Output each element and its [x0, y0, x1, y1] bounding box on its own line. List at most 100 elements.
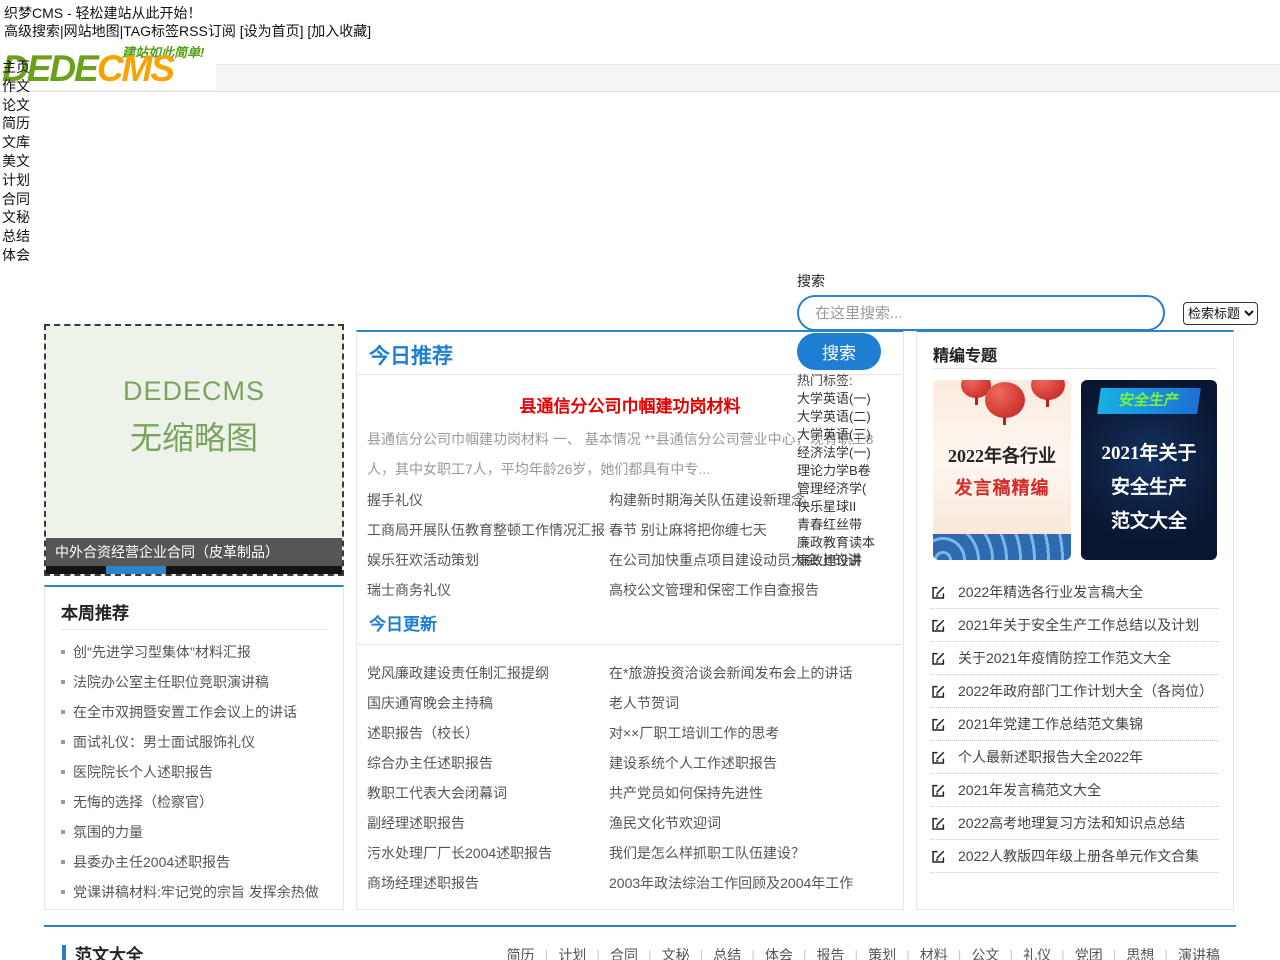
category-link[interactable]: 材料: [896, 947, 948, 960]
weekly-link[interactable]: 创"先进学习型集体"材料汇报: [73, 644, 251, 660]
today-link[interactable]: 握手礼仪: [367, 485, 609, 515]
slider-caption[interactable]: 中外合资经营企业合同（皮革制品）: [46, 538, 342, 566]
update-link[interactable]: 2003年政法综治工作回顾及2004年工作: [609, 868, 853, 898]
topic-link[interactable]: 2021年发言稿范文大全: [958, 774, 1101, 807]
update-link[interactable]: 国庆通宵晚会主持稿: [367, 688, 609, 718]
update-link[interactable]: 副经理述职报告: [367, 808, 609, 838]
nav-item[interactable]: 计划: [2, 171, 30, 190]
topic-link[interactable]: 2022高考地理复习方法和知识点总结: [958, 807, 1185, 840]
site-logo[interactable]: 建站如此简单! DEDECMS: [0, 40, 216, 90]
update-link[interactable]: 综合办主任述职报告: [367, 748, 609, 778]
topic-item[interactable]: 2022高考地理复习方法和知识点总结: [931, 807, 1219, 840]
nav-item[interactable]: 主页: [2, 58, 30, 77]
weekly-link[interactable]: 县委办主任2004述职报告: [73, 854, 230, 870]
top-link[interactable]: [加入收藏]: [304, 23, 372, 39]
update-link[interactable]: 商场经理述职报告: [367, 868, 609, 898]
today-link[interactable]: 娱乐狂欢活动策划: [367, 545, 609, 575]
weekly-link[interactable]: 党课讲稿材料:牢记党的宗旨 发挥余热做: [73, 884, 319, 900]
category-link[interactable]: 计划: [535, 947, 587, 960]
weekly-link[interactable]: 法院办公室主任职位竞职演讲稿: [73, 674, 269, 690]
nav-item[interactable]: 合同: [2, 190, 30, 209]
topic-item[interactable]: 2022年精选各行业发言稿大全: [931, 576, 1219, 609]
topic-link[interactable]: 2022年精选各行业发言稿大全: [958, 576, 1143, 609]
nav-item[interactable]: 论文: [2, 96, 30, 115]
update-link[interactable]: 教职工代表大会闭幕词: [367, 778, 609, 808]
topic-item[interactable]: 2021年党建工作总结范文集锦: [931, 708, 1219, 741]
topic-link[interactable]: 关于2021年疫情防控工作范文大全: [958, 642, 1171, 675]
update-link[interactable]: 对××厂职工培训工作的思考: [609, 718, 853, 748]
search-button[interactable]: 搜索: [797, 333, 881, 370]
nav-item[interactable]: 简历: [2, 114, 30, 133]
hot-tag-link[interactable]: 廉政建设讲: [797, 552, 907, 570]
nav-item[interactable]: 体会: [2, 246, 30, 265]
hot-tag-link[interactable]: 快乐星球II: [797, 498, 907, 516]
topic-link[interactable]: 2022人教版四年级上册各单元作文合集: [958, 840, 1199, 873]
today-link[interactable]: 高校公文管理和保密工作自查报告: [609, 575, 861, 605]
nav-item[interactable]: 文库: [2, 133, 30, 152]
weekly-link[interactable]: 氛围的力量: [73, 824, 143, 840]
today-link[interactable]: 工商局开展队伍教育整顿工作情况汇报: [367, 515, 609, 545]
update-link[interactable]: 我们是怎么样抓职工队伍建设？: [609, 838, 853, 868]
top-link[interactable]: [设为首页]: [236, 23, 304, 39]
topic-item[interactable]: 2022年政府部门工作计划大全（各岗位）: [931, 675, 1219, 708]
topic-item[interactable]: 2021年发言稿范文大全: [931, 774, 1219, 807]
category-link[interactable]: 思想: [1103, 947, 1155, 960]
hot-tag-link[interactable]: 理论力学B卷: [797, 462, 907, 480]
hot-tag-link[interactable]: 大学英语(三): [797, 426, 907, 444]
today-link[interactable]: 瑞士商务礼仪: [367, 575, 609, 605]
update-link[interactable]: 在*旅游投资洽谈会新闻发布会上的讲话: [609, 658, 853, 688]
update-link[interactable]: 污水处理厂厂长2004述职报告: [367, 838, 609, 868]
weekly-link[interactable]: 面试礼仪：男士面试服饰礼仪: [73, 734, 255, 750]
top-link[interactable]: 高级搜索: [4, 23, 60, 39]
category-link[interactable]: 策划: [845, 947, 897, 960]
update-link[interactable]: 建设系统个人工作述职报告: [609, 748, 853, 778]
topic-item[interactable]: 关于2021年疫情防控工作范文大全: [931, 642, 1219, 675]
topic-item[interactable]: 2021年关于安全生产工作总结以及计划: [931, 609, 1219, 642]
category-link[interactable]: 简历: [507, 947, 535, 960]
nav-item[interactable]: 美文: [2, 152, 30, 171]
category-link[interactable]: 演讲稿: [1154, 947, 1220, 960]
nav-item[interactable]: 文秘: [2, 208, 30, 227]
topic-link[interactable]: 2022年政府部门工作计划大全（各岗位）: [958, 675, 1213, 708]
topic-link[interactable]: 2021年关于安全生产工作总结以及计划: [958, 609, 1199, 642]
weekly-link[interactable]: 无悔的选择（检察官）: [73, 794, 213, 810]
topic-item[interactable]: 个人最新述职报告大全2022年: [931, 741, 1219, 774]
category-link[interactable]: 公文: [948, 947, 1000, 960]
top-link[interactable]: TAG标签: [120, 23, 179, 39]
category-link[interactable]: 体会: [741, 947, 793, 960]
update-link[interactable]: 老人节贺词: [609, 688, 853, 718]
update-link[interactable]: 述职报告（校长）: [367, 718, 609, 748]
nav-item[interactable]: 作文: [2, 77, 30, 96]
slider-pagination[interactable]: [46, 566, 342, 574]
topic-item[interactable]: 2022人教版四年级上册各单元作文合集: [931, 840, 1219, 873]
nav-item[interactable]: 总结: [2, 227, 30, 246]
hot-tag-link[interactable]: 管理经济学(: [797, 480, 907, 498]
top-link[interactable]: 网站地图: [60, 23, 120, 39]
search-input[interactable]: [797, 295, 1165, 331]
hot-tag-link[interactable]: 廉政教育读本: [797, 534, 907, 552]
weekly-link[interactable]: 在全市双拥暨安置工作会议上的讲话: [73, 704, 297, 720]
category-link[interactable]: 合同: [586, 947, 638, 960]
weekly-link[interactable]: 医院院长个人述职报告: [73, 764, 213, 780]
category-link[interactable]: 党团: [1051, 947, 1103, 960]
category-link[interactable]: 文秘: [638, 947, 690, 960]
update-link[interactable]: 渔民文化节欢迎词: [609, 808, 853, 838]
category-link[interactable]: 礼仪: [999, 947, 1051, 960]
update-link[interactable]: 党风廉政建设责任制汇报提纲: [367, 658, 609, 688]
topic-link[interactable]: 个人最新述职报告大全2022年: [958, 741, 1143, 774]
top-link[interactable]: RSS订阅: [179, 23, 236, 39]
update-link[interactable]: 共产党员如何保持先进性: [609, 778, 853, 808]
divider: [61, 629, 327, 630]
pencil-icon: [931, 651, 946, 666]
search-scope-select[interactable]: 检索标题: [1183, 302, 1258, 325]
category-link[interactable]: 总结: [690, 947, 742, 960]
hot-tag-link[interactable]: 经济法学(一): [797, 444, 907, 462]
hot-tag-link[interactable]: 大学英语(一): [797, 390, 907, 408]
featured-slider[interactable]: DEDECMS 无缩略图 中外合资经营企业合同（皮革制品）: [44, 324, 344, 576]
topic-card-speech-2022[interactable]: 2022年各行业 发言稿精编: [933, 380, 1071, 560]
hot-tag-link[interactable]: 大学英语(二): [797, 408, 907, 426]
topic-link[interactable]: 2021年党建工作总结范文集锦: [958, 708, 1143, 741]
category-link[interactable]: 报告: [793, 947, 845, 960]
topic-card-safety-2021[interactable]: 安全生产 2021年关于 安全生产 范文大全: [1081, 380, 1217, 560]
hot-tag-link[interactable]: 青春红丝带: [797, 516, 907, 534]
